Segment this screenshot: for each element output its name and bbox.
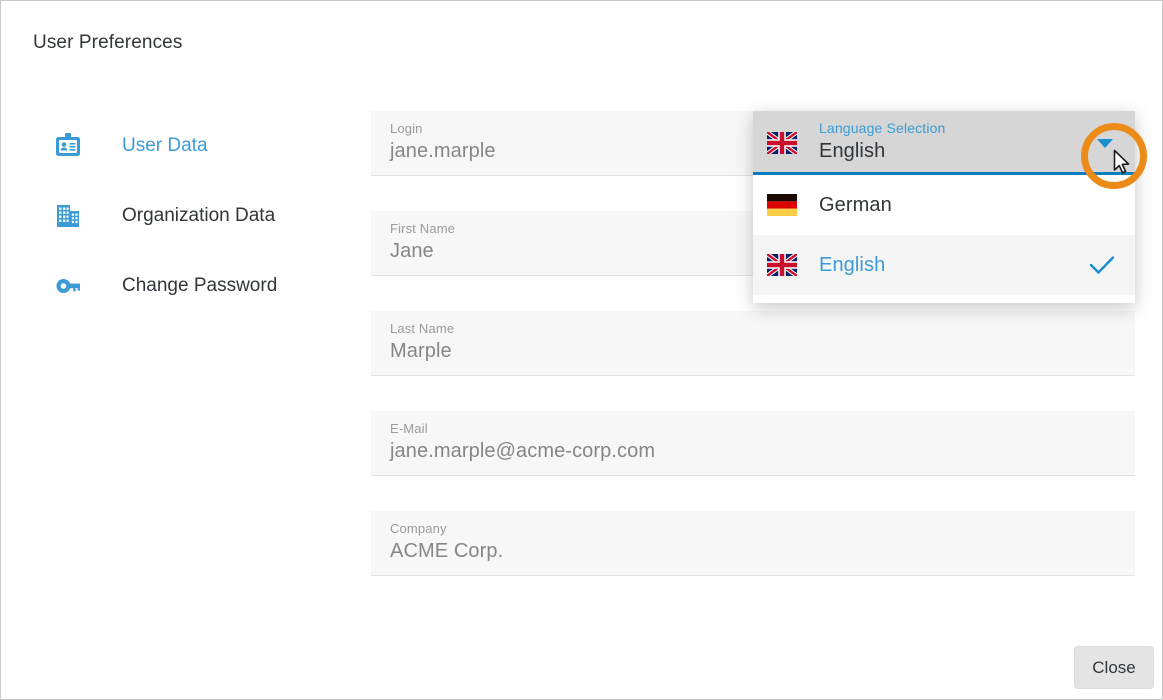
field-label: Company [390, 521, 447, 536]
field-label: First Name [390, 221, 456, 236]
language-option-label: English [819, 253, 886, 276]
language-header-texts: Language Selection English [819, 119, 945, 164]
language-selection-trigger[interactable]: Language Selection English [753, 111, 1135, 175]
sidebar-item-label: User Data [122, 135, 208, 156]
key-icon [51, 269, 85, 303]
sidebar-item-change-password[interactable]: Change Password [33, 251, 333, 321]
uk-flag-icon [765, 130, 799, 156]
sidebar-item-user-data[interactable]: User Data [33, 111, 333, 181]
field-value: jane.marple [390, 140, 496, 162]
language-option-english[interactable]: English [753, 235, 1135, 295]
sidebar-item-organization-data[interactable]: Organization Data [33, 181, 333, 251]
german-flag-icon [767, 194, 797, 217]
check-icon [1089, 253, 1115, 282]
sidebar-item-label: Change Password [122, 275, 278, 296]
uk-flag-icon [765, 252, 799, 278]
sidebar-navigation: User Data Organization Data Change Passw… [33, 111, 333, 321]
field-label: Login [390, 121, 423, 136]
field-value: jane.marple@acme-corp.com [390, 440, 656, 462]
chevron-down-icon[interactable] [1097, 139, 1113, 148]
field-company[interactable]: Company ACME Corp. [371, 511, 1135, 576]
field-label: E-Mail [390, 421, 428, 436]
field-value: ACME Corp. [390, 540, 504, 562]
field-value: Marple [390, 340, 452, 362]
user-preferences-dialog: User Preferences User Data Organization … [0, 0, 1163, 700]
language-option-german[interactable]: German [753, 175, 1135, 235]
field-label: Last Name [390, 321, 455, 336]
language-option-label: German [819, 193, 892, 216]
field-value: Jane [390, 240, 434, 262]
close-button[interactable]: Close [1074, 646, 1154, 689]
field-email[interactable]: E-Mail jane.marple@acme-corp.com [371, 411, 1135, 476]
field-last-name[interactable]: Last Name Marple [371, 311, 1135, 376]
id-badge-icon [51, 129, 85, 163]
language-selection-value: English [819, 140, 886, 162]
sidebar-item-label: Organization Data [122, 205, 276, 226]
language-options-list: German English [753, 175, 1135, 303]
language-selection-dropdown: Language Selection English German Englis… [753, 111, 1135, 303]
language-selection-label: Language Selection [819, 120, 946, 136]
page-title: User Preferences [33, 32, 183, 53]
building-icon [51, 199, 85, 233]
